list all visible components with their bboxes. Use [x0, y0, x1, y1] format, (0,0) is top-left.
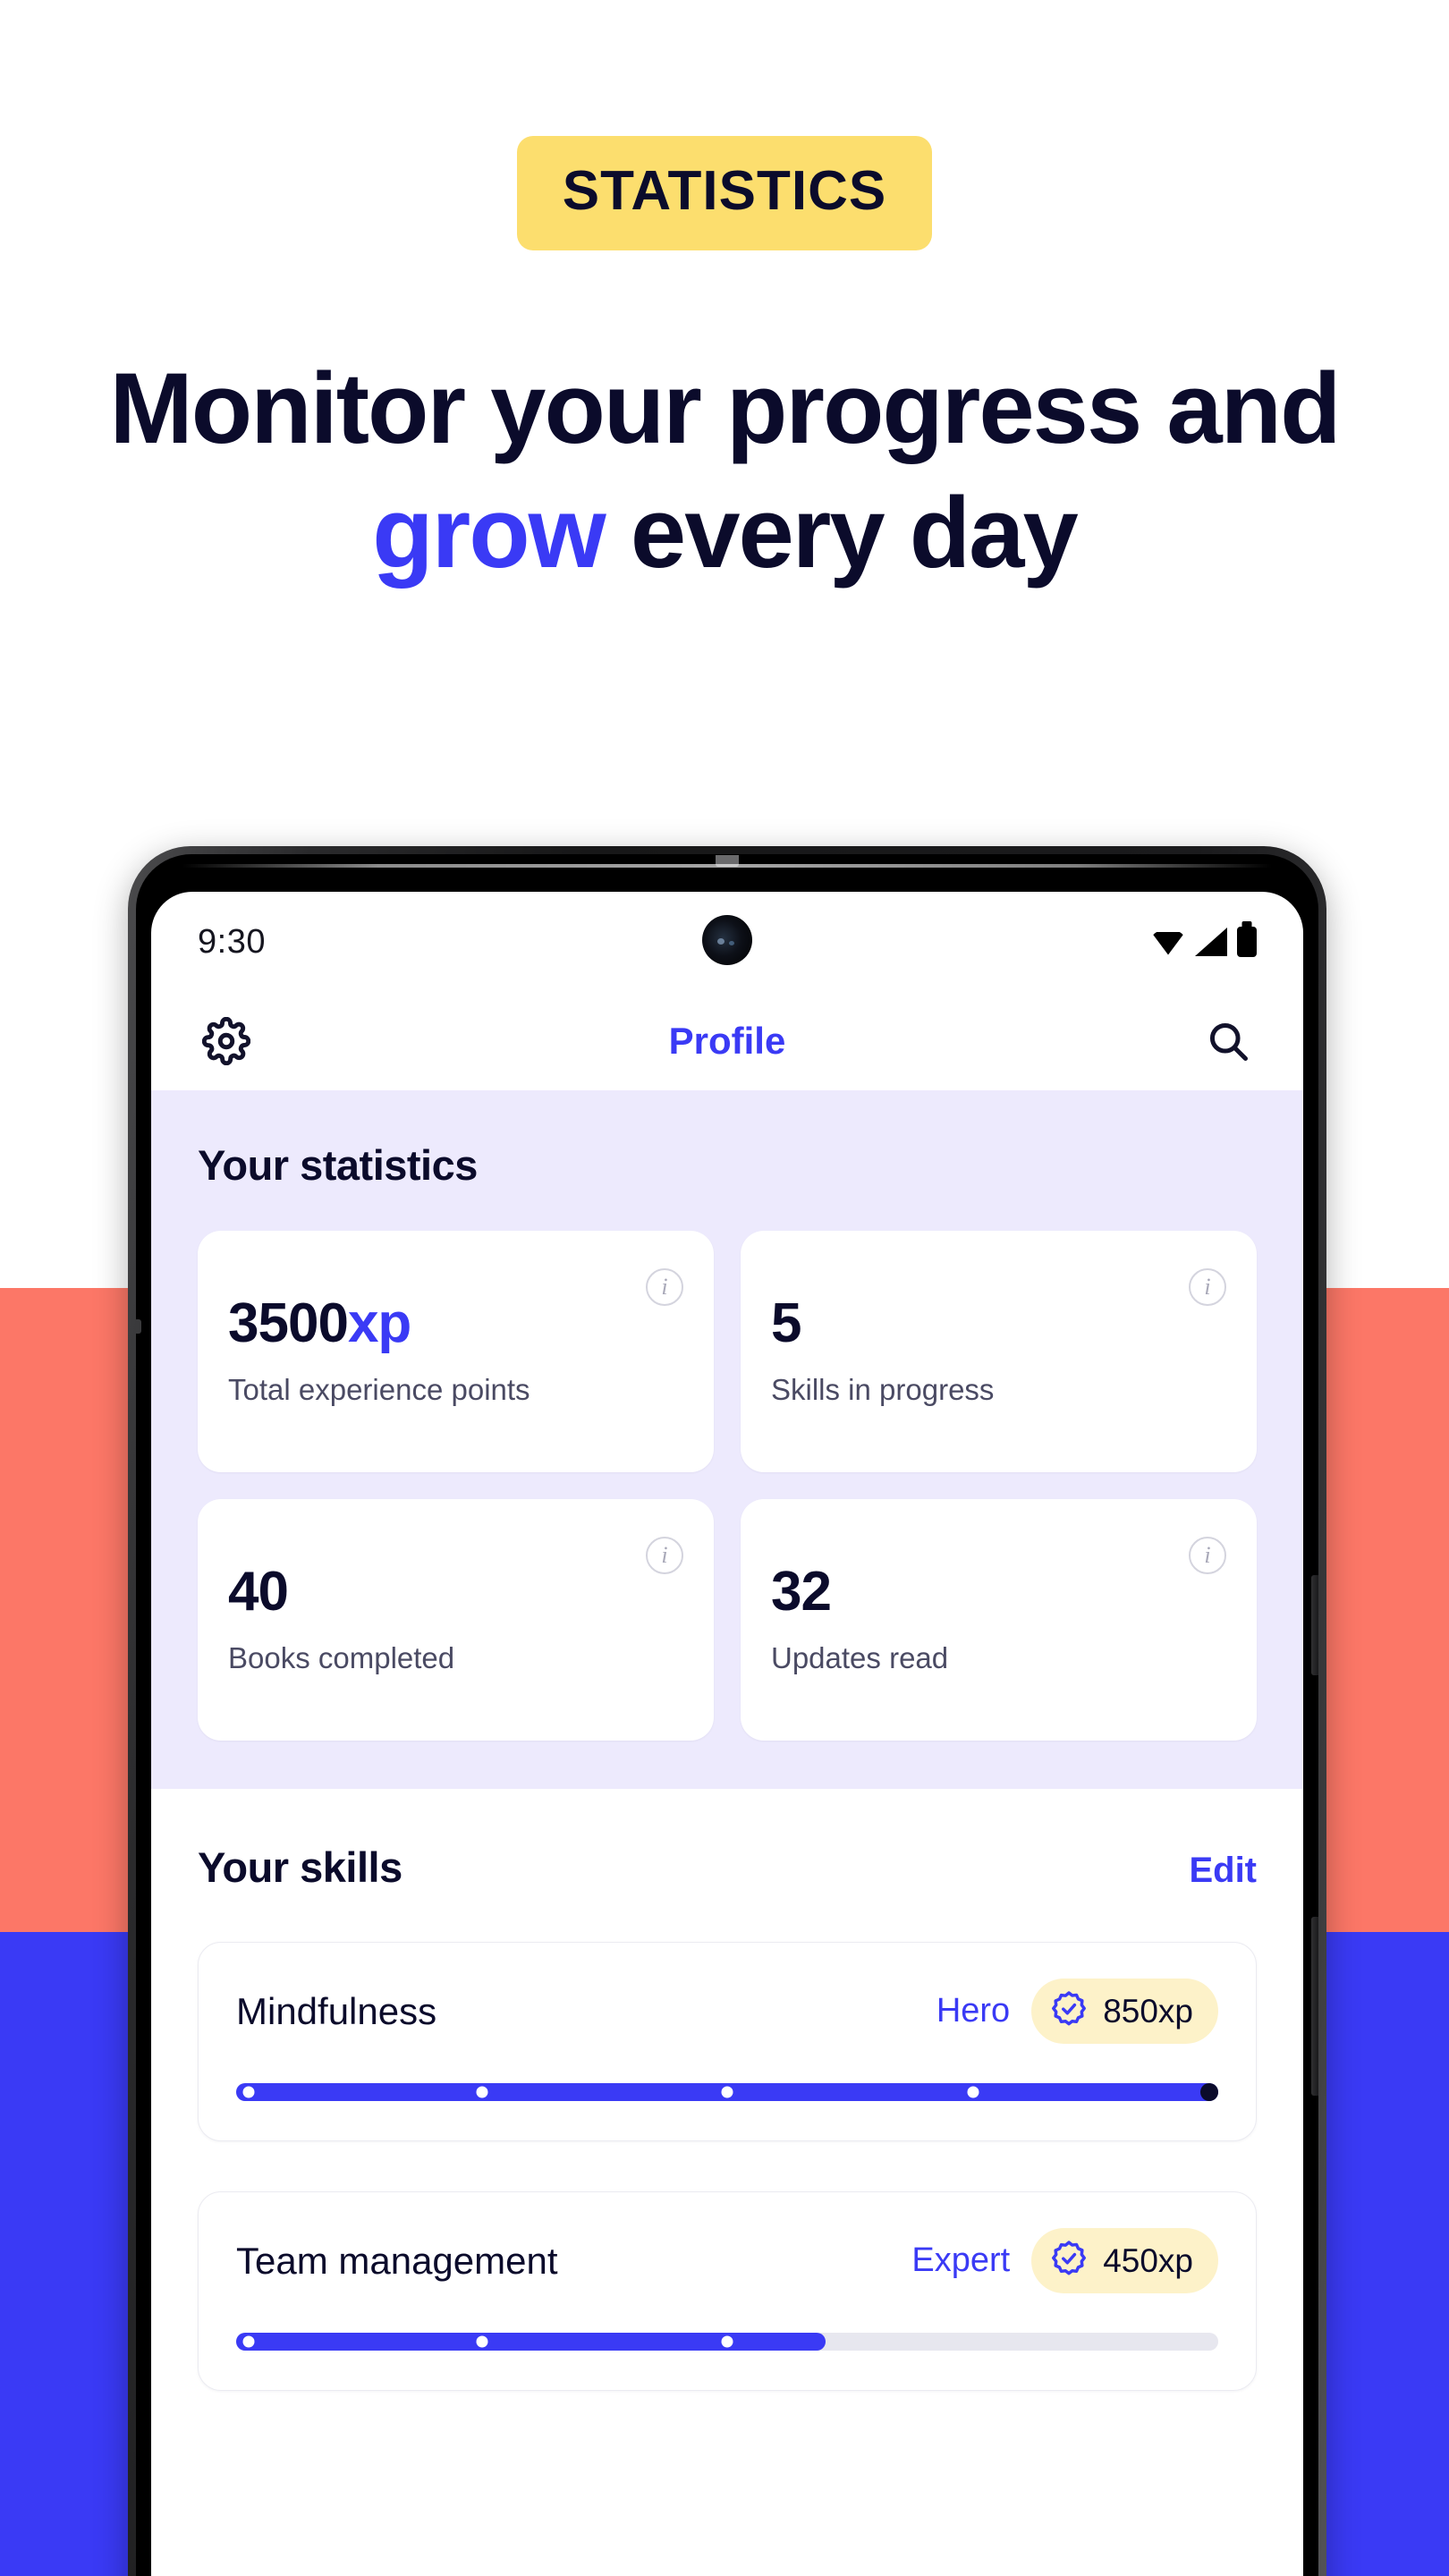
skill-card-mindfulness[interactable]: Mindfulness Hero 850xp: [198, 1942, 1257, 2141]
volume-button[interactable]: [1311, 1917, 1318, 2096]
headline-part-2: every day: [604, 476, 1079, 589]
statistics-section: Your statistics 3500xp Total experience …: [151, 1090, 1303, 1789]
stat-value: 32: [771, 1563, 1226, 1621]
badge-container: STATISTICS: [0, 0, 1449, 250]
progress-milestone-dot: [476, 2086, 487, 2098]
status-time: 9:30: [198, 922, 266, 961]
progress-milestone-dot: [721, 2086, 733, 2098]
progress-milestone-dot: [967, 2086, 979, 2098]
verified-badge-icon: [1049, 2239, 1089, 2283]
verified-badge-icon: [1049, 1989, 1089, 2033]
progress-end-marker: [1200, 2083, 1218, 2101]
stat-card-skills-in-progress[interactable]: 5 Skills in progress i: [741, 1231, 1257, 1472]
headline: Monitor your progress and grow every day: [0, 347, 1449, 596]
skill-xp-pill: 850xp: [1031, 1979, 1218, 2044]
statistics-grid: 3500xp Total experience points i 5 Skill…: [198, 1231, 1257, 1741]
info-icon[interactable]: i: [1189, 1268, 1226, 1306]
skills-header: Your skills Edit: [198, 1843, 1257, 1892]
stat-number: 3500: [228, 1292, 349, 1355]
status-bar: 9:30: [151, 892, 1303, 992]
phone-mockup: 9:30 Profile Your statistics 3500xp Tota…: [128, 846, 1326, 2576]
skill-rank: Expert: [911, 2241, 1011, 2279]
stat-label: Total experience points: [228, 1372, 530, 1406]
stat-label: Skills in progress: [771, 1372, 995, 1406]
skill-name: Mindfulness: [236, 1989, 437, 2032]
stat-value: 3500xp: [228, 1294, 683, 1352]
stat-card-updates-read[interactable]: 32 Updates read i: [741, 1499, 1257, 1741]
skill-meta: Hero 850xp: [936, 1979, 1218, 2044]
stat-unit: xp: [347, 1292, 411, 1355]
skill-progress-fill: [236, 2333, 826, 2351]
info-icon[interactable]: i: [646, 1268, 683, 1306]
bezel-highlight: [182, 864, 1272, 868]
stat-number: 32: [771, 1561, 832, 1623]
skills-section: Your skills Edit Mindfulness Hero 850xp …: [151, 1789, 1303, 2391]
statistics-badge: STATISTICS: [516, 136, 933, 250]
skill-card-team-management[interactable]: Team management Expert 450xp: [198, 2191, 1257, 2391]
skill-xp-value: 450xp: [1103, 2241, 1193, 2279]
battery-full-icon: [1237, 927, 1257, 957]
gear-icon: [202, 1017, 250, 1065]
search-button[interactable]: [1199, 1013, 1257, 1070]
front-camera-punchhole: [702, 915, 752, 965]
stat-label: Updates read: [771, 1640, 949, 1674]
phone-bezel: 9:30 Profile Your statistics 3500xp Tota…: [136, 854, 1318, 2576]
skill-progress-bar[interactable]: [236, 2333, 1218, 2351]
statistics-title: Your statistics: [198, 1141, 478, 1189]
cellular-signal-icon: [1195, 928, 1227, 956]
stat-number: 40: [228, 1561, 289, 1623]
info-icon[interactable]: i: [646, 1537, 683, 1574]
skill-meta: Expert 450xp: [911, 2228, 1218, 2293]
promo-page: STATISTICS Monitor your progress and gro…: [0, 0, 1449, 2576]
skill-progress-bar[interactable]: [236, 2083, 1218, 2101]
progress-milestone-dot: [721, 2335, 733, 2348]
progress-milestone-dot: [242, 2086, 255, 2098]
progress-milestone-dot: [476, 2335, 487, 2348]
skill-row: Mindfulness Hero 850xp: [236, 1979, 1218, 2044]
stat-number: 5: [771, 1292, 801, 1355]
left-side-button[interactable]: [136, 1319, 141, 1334]
stat-value: 5: [771, 1294, 1226, 1352]
skill-xp-value: 850xp: [1103, 1992, 1193, 2029]
headline-part-1: Monitor your progress and: [109, 352, 1342, 464]
skill-row: Team management Expert 450xp: [236, 2228, 1218, 2293]
stat-card-xp[interactable]: 3500xp Total experience points i: [198, 1231, 714, 1472]
phone-screen: 9:30 Profile Your statistics 3500xp Tota…: [151, 892, 1303, 2576]
page-title: Profile: [668, 1020, 786, 1062]
stat-card-books-completed[interactable]: 40 Books completed i: [198, 1499, 714, 1741]
wifi-icon: [1151, 931, 1185, 955]
search-icon: [1205, 1018, 1251, 1064]
headline-accent-word: grow: [372, 476, 606, 589]
skill-xp-pill: 450xp: [1031, 2228, 1218, 2293]
info-icon[interactable]: i: [1189, 1537, 1226, 1574]
settings-button[interactable]: [198, 1013, 255, 1070]
edit-skills-link[interactable]: Edit: [1189, 1851, 1257, 1891]
stat-label: Books completed: [228, 1640, 455, 1674]
stat-value: 40: [228, 1563, 683, 1621]
skill-rank: Hero: [936, 1992, 1011, 2029]
status-icons: [1151, 927, 1257, 957]
skills-title: Your skills: [198, 1843, 402, 1891]
skill-name: Team management: [236, 2239, 558, 2282]
power-button[interactable]: [1311, 1575, 1318, 1675]
app-bar: Profile: [151, 992, 1303, 1090]
progress-milestone-dot: [242, 2335, 255, 2348]
